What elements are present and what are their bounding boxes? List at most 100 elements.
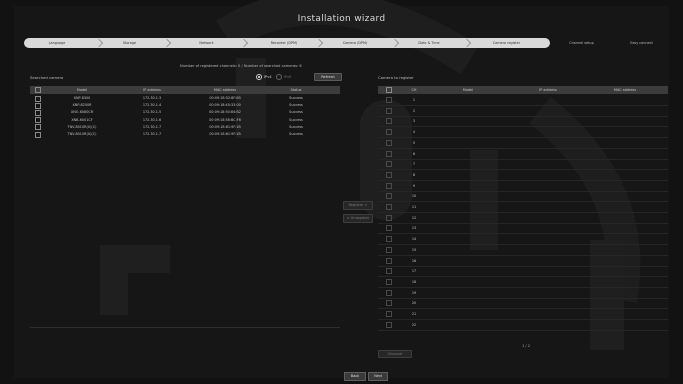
refresh-button[interactable]: Refresh xyxy=(314,73,342,81)
channel-row[interactable]: 8 xyxy=(378,170,668,181)
back-button[interactable]: Back xyxy=(344,372,366,381)
row-checkbox[interactable] xyxy=(386,268,392,275)
row-checkbox[interactable] xyxy=(386,225,392,232)
table-row[interactable]: XNB-6001CF 172.30.1.6 00:09:18:58:BC:F6 Suc… xyxy=(30,117,340,124)
cell-status: Success xyxy=(289,96,303,100)
row-checkbox[interactable] xyxy=(386,257,392,264)
channel-row[interactable]: 17 xyxy=(378,266,668,278)
row-checkbox[interactable] xyxy=(386,118,392,125)
row-checkbox[interactable] xyxy=(386,129,392,136)
cell-model: XNB-6001CF xyxy=(71,117,93,122)
cell-mac: 00:09:18:50:84:B2 xyxy=(209,110,241,115)
ipv4-option[interactable]: IPv4 xyxy=(256,74,272,80)
channel-row[interactable]: 6 xyxy=(378,149,668,160)
channel-row[interactable]: 5 xyxy=(378,138,668,149)
cell-mac: 00:09:18:61:9F:1B xyxy=(209,132,241,136)
channel-row[interactable]: 22 xyxy=(378,320,668,331)
cell-status: Success xyxy=(289,124,303,129)
row-checkbox[interactable] xyxy=(386,150,392,157)
cell-model: XNP-8250R xyxy=(72,103,92,108)
row-checkbox[interactable] xyxy=(386,311,392,317)
cell-channel: 16 xyxy=(411,258,417,263)
cell-channel: 20 xyxy=(411,301,417,306)
table-row[interactable]: XNO-8080CR 172.30.1.5 00:09:18:50:84:B2 Suc… xyxy=(30,109,340,116)
table-row[interactable]: XNP-8300 172.30.1.3 00:09:18:52:8F:0B Succe… xyxy=(30,95,340,102)
cell-ip: 172.30.1.3 xyxy=(142,96,162,100)
row-checkbox[interactable] xyxy=(386,139,392,146)
row-checkbox[interactable] xyxy=(386,171,392,178)
row-checkbox[interactable] xyxy=(386,289,392,296)
radio-selected-icon[interactable] xyxy=(256,74,262,80)
ipv6-option[interactable]: IPv6 xyxy=(275,74,292,80)
channel-row[interactable]: 9 xyxy=(378,181,668,192)
row-checkbox[interactable] xyxy=(386,278,392,285)
channel-row[interactable]: 4 xyxy=(378,127,668,139)
unregister-button[interactable]: < Unregister xyxy=(343,214,373,223)
cell-channel: 4 xyxy=(412,130,416,135)
select-all-checkbox[interactable] xyxy=(35,87,41,93)
radio-unselected-icon[interactable] xyxy=(275,74,282,80)
table-row[interactable]: TNV-8010R(X)(C) 172.30.1.7 00:09:18:61:9F:… xyxy=(30,131,340,138)
step-recorder-dpm: Recorder (DPM) xyxy=(270,41,298,45)
row-checkbox[interactable] xyxy=(35,117,41,124)
select-all-checkbox[interactable] xyxy=(386,87,392,93)
row-checkbox[interactable] xyxy=(386,161,392,168)
table-bottom-divider xyxy=(30,327,340,328)
wizard-step-bar: Language Storage Network Recorder (DPM) … xyxy=(24,38,679,48)
cell-model: XNP-8300 xyxy=(73,96,91,100)
register-button[interactable]: Register > xyxy=(343,201,373,210)
channel-row[interactable]: 14 xyxy=(378,234,668,246)
cell-channel: 6 xyxy=(412,151,416,156)
camera-to-register-label: Camera to register xyxy=(378,75,414,80)
channel-row[interactable]: 15 xyxy=(378,245,668,256)
cell-channel: 10 xyxy=(411,194,417,199)
row-checkbox[interactable] xyxy=(35,109,41,116)
cell-status: Success xyxy=(289,110,303,115)
row-checkbox[interactable] xyxy=(386,204,392,210)
column-header-ip: IP address xyxy=(539,88,557,92)
cell-model: TNV-8010R(X)(C) xyxy=(67,132,97,136)
channel-row[interactable]: 11 xyxy=(378,202,668,213)
row-checkbox[interactable] xyxy=(386,300,392,307)
cell-channel: 11 xyxy=(411,205,417,209)
row-checkbox[interactable] xyxy=(386,107,392,114)
channel-row[interactable]: 1 xyxy=(378,95,668,106)
row-checkbox[interactable] xyxy=(386,97,392,103)
row-checkbox[interactable] xyxy=(35,95,41,102)
table-header: CH Model IP address MAC address xyxy=(378,86,668,94)
channel-row[interactable]: 7 xyxy=(378,159,668,171)
row-checkbox[interactable] xyxy=(386,321,392,328)
cell-channel: 9 xyxy=(412,183,416,188)
channel-row[interactable]: 2 xyxy=(378,106,668,117)
channel-row[interactable]: 20 xyxy=(378,298,668,310)
channel-row[interactable]: 19 xyxy=(378,288,668,299)
row-checkbox[interactable] xyxy=(386,214,392,221)
row-checkbox[interactable] xyxy=(386,193,392,200)
window-title: Installation wizard xyxy=(297,14,386,24)
row-checkbox[interactable] xyxy=(386,182,392,189)
channel-row[interactable]: 13 xyxy=(378,223,668,235)
row-checkbox[interactable] xyxy=(35,131,41,138)
channel-row[interactable]: 10 xyxy=(378,191,668,203)
ipv6-label: IPv6 xyxy=(283,75,292,79)
row-checkbox[interactable] xyxy=(386,246,392,253)
cell-channel: 15 xyxy=(411,247,417,252)
row-checkbox[interactable] xyxy=(386,236,392,243)
column-header-ch: CH xyxy=(411,88,417,92)
step-storage: Storage xyxy=(122,41,137,45)
channel-row[interactable]: 18 xyxy=(378,277,668,288)
cell-mac: 00:09:18:52:8F:0B xyxy=(209,96,241,100)
channel-row[interactable]: 12 xyxy=(378,213,668,224)
channel-button[interactable]: Channel xyxy=(378,350,412,358)
channel-row[interactable]: 21 xyxy=(378,309,668,320)
cell-model: XNO-8080CR xyxy=(70,110,94,115)
table-row[interactable]: XNP-8250R 172.30.1.4 00:09:18:40:33:00 Succ… xyxy=(30,102,340,109)
cell-mac: 00:09:18:58:BC:F6 xyxy=(209,117,241,122)
cell-channel: 13 xyxy=(411,226,417,231)
channel-row[interactable]: 16 xyxy=(378,256,668,267)
row-checkbox[interactable] xyxy=(35,124,41,131)
next-button[interactable]: Next xyxy=(368,372,388,381)
table-row[interactable]: TNV-8010R(X)(C) 172.30.1.7 00:09:18:61:9F:… xyxy=(30,124,340,131)
channel-row[interactable]: 3 xyxy=(378,116,668,128)
row-checkbox[interactable] xyxy=(35,102,41,109)
